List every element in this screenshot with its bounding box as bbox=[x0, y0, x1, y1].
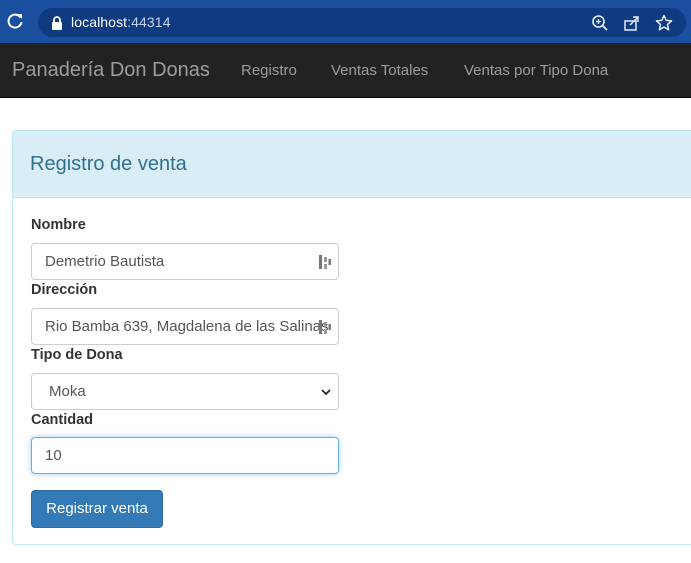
zoom-icon[interactable] bbox=[591, 14, 609, 32]
tipo-dona-label: Tipo de Dona bbox=[31, 347, 123, 363]
address-bar[interactable]: localhost:44314 bbox=[38, 8, 686, 37]
nav-link-ventas-totales[interactable]: Ventas Totales bbox=[331, 62, 428, 79]
cantidad-value: 10 bbox=[45, 447, 62, 464]
navbar-brand[interactable]: Panadería Don Donas bbox=[12, 59, 210, 82]
panel-heading: Registro de venta bbox=[13, 131, 691, 198]
lock-icon[interactable] bbox=[50, 15, 64, 31]
cantidad-input[interactable]: 10 bbox=[31, 437, 339, 474]
nav-link-ventas-por-tipo[interactable]: Ventas por Tipo Dona bbox=[464, 62, 608, 79]
panel-title: Registro de venta bbox=[30, 153, 187, 175]
url-host: localhost bbox=[71, 14, 128, 30]
url-port: :44314 bbox=[127, 14, 171, 30]
share-icon[interactable] bbox=[623, 14, 641, 32]
star-icon[interactable] bbox=[655, 14, 673, 32]
cantidad-label: Cantidad bbox=[31, 412, 94, 428]
tipo-dona-value: Moka bbox=[49, 383, 86, 400]
direccion-input[interactable]: Rio Bamba 639, Magdalena de las Salinas bbox=[31, 308, 339, 345]
reload-icon[interactable] bbox=[5, 11, 25, 31]
url-text: localhost:44314 bbox=[71, 14, 171, 30]
nombre-label: Nombre bbox=[31, 217, 86, 233]
nav-link-registro[interactable]: Registro bbox=[241, 62, 297, 79]
autofill-icon[interactable] bbox=[318, 254, 332, 270]
navbar: Panadería Don Donas Registro Ventas Tota… bbox=[0, 43, 691, 98]
direccion-value: Rio Bamba 639, Magdalena de las Salinas bbox=[45, 318, 329, 335]
registrar-venta-button[interactable]: Registrar venta bbox=[31, 490, 163, 528]
chevron-down-icon bbox=[321, 389, 331, 396]
nombre-value: Demetrio Bautista bbox=[45, 253, 165, 270]
sale-form-panel: Registro de venta Nombre Demetrio Bautis… bbox=[12, 130, 691, 545]
autofill-icon[interactable] bbox=[318, 319, 332, 335]
browser-toolbar: localhost:44314 bbox=[0, 0, 691, 43]
tipo-dona-select[interactable]: Moka bbox=[31, 373, 339, 410]
direccion-label: Dirección bbox=[31, 282, 98, 298]
nombre-input[interactable]: Demetrio Bautista bbox=[31, 243, 339, 280]
